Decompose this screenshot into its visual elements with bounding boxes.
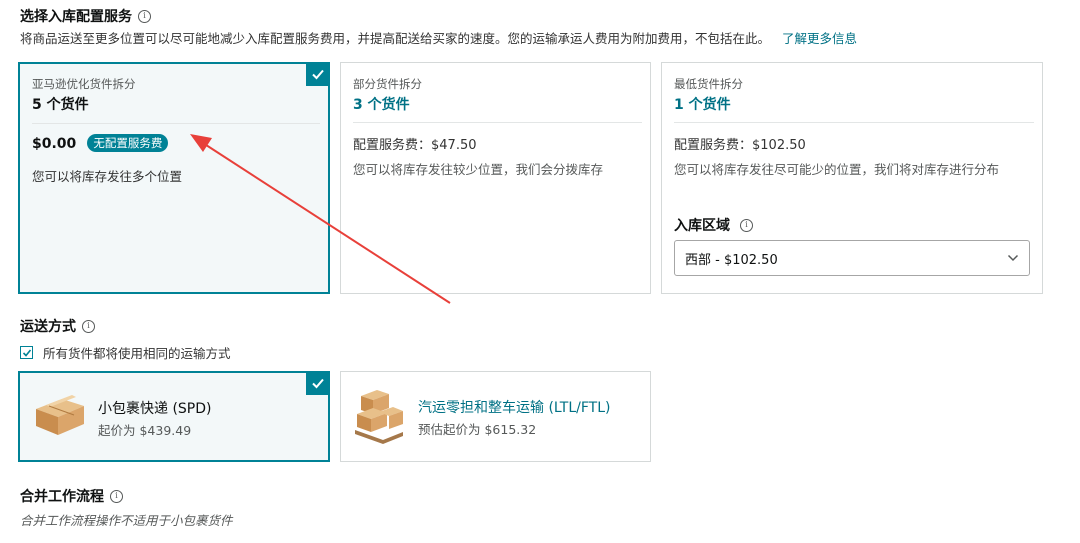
same-method-row: 所有货件都将使用相同的运输方式 — [20, 343, 231, 362]
shipping-option-spd[interactable]: 小包裹快递 (SPD) 起价为 $439.49 — [18, 371, 330, 462]
option-note: 您可以将库存发往多个位置 — [32, 169, 183, 184]
same-method-checkbox[interactable] — [20, 346, 33, 359]
shipping-option-name: 小包裹快递 (SPD) — [98, 401, 212, 417]
placement-title-text: 选择入库配置服务 — [20, 9, 132, 25]
placement-section-title: 选择入库配置服务 i — [20, 6, 151, 26]
inbound-region-value: 西部 - $102.50 — [685, 252, 778, 268]
inbound-region-select[interactable]: 西部 - $102.50 — [674, 240, 1030, 276]
info-icon[interactable]: i — [138, 9, 151, 23]
option-shipment-count: 1 个货件 — [674, 97, 731, 113]
shipping-option-price: 预估起价为 $615.32 — [418, 422, 537, 437]
option-label: 最低货件拆分 — [674, 77, 743, 91]
option-shipment-count: 5 个货件 — [32, 97, 89, 113]
selected-check-icon — [306, 371, 330, 395]
placement-option-amazon-optimized[interactable]: 亚马逊优化货件拆分 5 个货件 $0.00 无配置服务费 您可以将库存发往多个位… — [18, 62, 330, 294]
shipping-option-name: 汽运零担和整车运输 (LTL/FTL) — [418, 400, 611, 416]
option-note: 您可以将库存发往尽可能少的位置，我们将对库存进行分布 — [674, 162, 1000, 177]
info-icon[interactable]: i — [740, 218, 753, 232]
option-note: 您可以将库存发往较少位置，我们会分拨库存 — [353, 162, 604, 177]
small-parcel-box-icon — [32, 393, 88, 443]
shipping-option-price: 起价为 $439.49 — [98, 423, 192, 438]
learn-more-link[interactable]: 了解更多信息 — [782, 31, 857, 46]
option-fee: 配置服务费：$47.50 — [353, 138, 477, 153]
workflow-note: 合并工作流程操作不适用于小包裹货件 — [20, 513, 233, 528]
selected-check-icon — [306, 62, 330, 86]
card-divider — [353, 122, 642, 123]
same-method-label: 所有货件都将使用相同的运输方式 — [43, 346, 231, 361]
placement-option-partial-split[interactable]: 部分货件拆分 3 个货件 配置服务费：$47.50 您可以将库存发往较少位置，我… — [340, 62, 651, 294]
option-price: $0.00 — [32, 136, 77, 152]
chevron-down-icon — [1007, 251, 1019, 266]
pallet-boxes-icon — [353, 388, 405, 448]
workflow-section-title: 合并工作流程 i — [20, 486, 123, 506]
no-fee-badge: 无配置服务费 — [87, 134, 169, 152]
card-divider — [674, 122, 1034, 123]
shipping-section-title: 运送方式 i — [20, 316, 95, 336]
inbound-region-text: 入库区域 — [674, 218, 730, 234]
placement-option-minimal-split[interactable]: 最低货件拆分 1 个货件 配置服务费：$102.50 您可以将库存发往尽可能少的… — [661, 62, 1043, 294]
placement-description: 将商品运送至更多位置可以尽可能地减少入库配置服务费用，并提高配送给买家的速度。您… — [20, 31, 771, 46]
shipping-title-text: 运送方式 — [20, 319, 76, 335]
inbound-region-label: 入库区域 i — [674, 215, 753, 235]
info-icon[interactable]: i — [82, 319, 95, 333]
option-label: 亚马逊优化货件拆分 — [32, 77, 136, 91]
workflow-title-text: 合并工作流程 — [20, 489, 104, 505]
shipping-option-ltl-ftl[interactable]: 汽运零担和整车运输 (LTL/FTL) 预估起价为 $615.32 — [340, 371, 651, 462]
option-shipment-count: 3 个货件 — [353, 97, 410, 113]
placement-description-line: 将商品运送至更多位置可以尽可能地减少入库配置服务费用，并提高配送给买家的速度。您… — [20, 28, 857, 47]
info-icon[interactable]: i — [110, 489, 123, 503]
option-fee: 配置服务费：$102.50 — [674, 138, 806, 153]
option-label: 部分货件拆分 — [353, 77, 422, 91]
card-divider — [32, 123, 320, 124]
option-price-line: $0.00 无配置服务费 — [32, 133, 169, 152]
